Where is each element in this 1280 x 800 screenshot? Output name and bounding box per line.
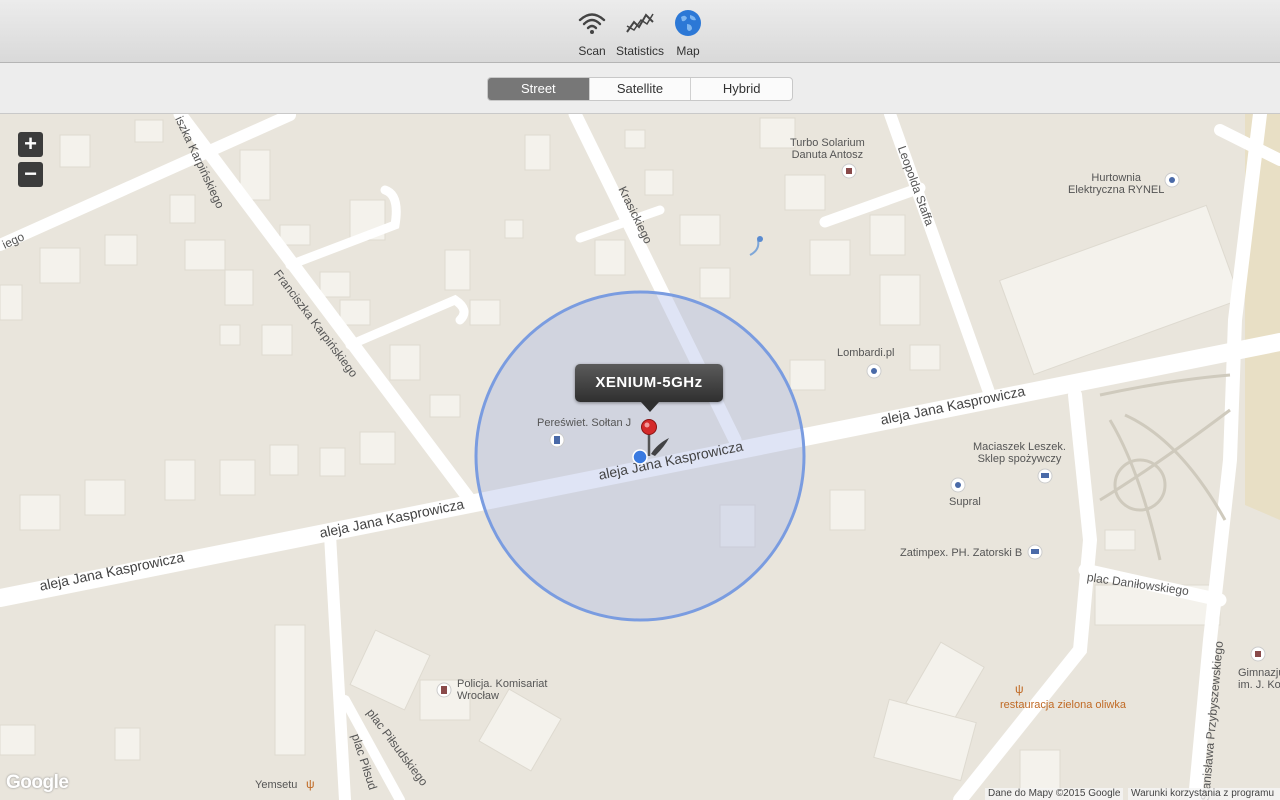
map-view[interactable]: + − aleja Jana Kasprowicza aleja Jana Ka… <box>0 114 1280 800</box>
poi-label: restauracja zielona oliwka <box>1000 699 1126 711</box>
network-callout[interactable]: XENIUM-5GHz <box>575 364 723 412</box>
terms-of-use-link[interactable]: Warunki korzystania z programu <box>1128 788 1280 800</box>
map-label: Map <box>676 44 700 58</box>
poi-label: Pereświet. Sołtan J <box>537 417 632 429</box>
fork-knife-icon: ψ <box>1015 682 1024 696</box>
poi-label: Supral <box>949 496 981 508</box>
map-type-bar: Street Satellite Hybrid <box>0 63 1280 114</box>
fork-knife-icon: ψ <box>306 777 315 791</box>
poi-label: Lombardi.pl <box>837 347 895 359</box>
poi-label: Maciaszek Leszek. Sklep spożywczy <box>973 441 1066 465</box>
poi-label: Policja. Komisariat Wrocław <box>457 678 548 702</box>
map-toolbar-button[interactable]: Map <box>660 10 716 60</box>
chart-line-icon <box>626 13 654 33</box>
poi-label: Hurtownia Elektryczna RYNEL <box>1068 172 1165 196</box>
zoom-in-button[interactable]: + <box>18 132 43 157</box>
poi-label: Zatimpex. PH. Zatorski B <box>900 547 1023 559</box>
map-data-attribution: Dane do Mapy ©2015 Google <box>985 788 1124 800</box>
google-logo: Google <box>6 772 69 793</box>
poi-label: Gimnazju im. J. Ko <box>1238 667 1280 691</box>
street-segment[interactable]: Street <box>488 78 590 100</box>
poi-label: Yemsetu <box>255 779 298 791</box>
zoom-out-button[interactable]: − <box>18 162 43 187</box>
satellite-segment[interactable]: Satellite <box>590 78 692 100</box>
network-pin-icon[interactable] <box>625 414 675 469</box>
map-type-segmented-control: Street Satellite Hybrid <box>487 77 793 101</box>
globe-icon <box>675 10 701 36</box>
wifi-icon <box>578 13 606 34</box>
window-toolbar: Scan Statistics Map <box>0 0 1280 63</box>
poi-label: Turbo Solarium Danuta Antosz <box>790 137 865 161</box>
hybrid-segment[interactable]: Hybrid <box>691 78 792 100</box>
